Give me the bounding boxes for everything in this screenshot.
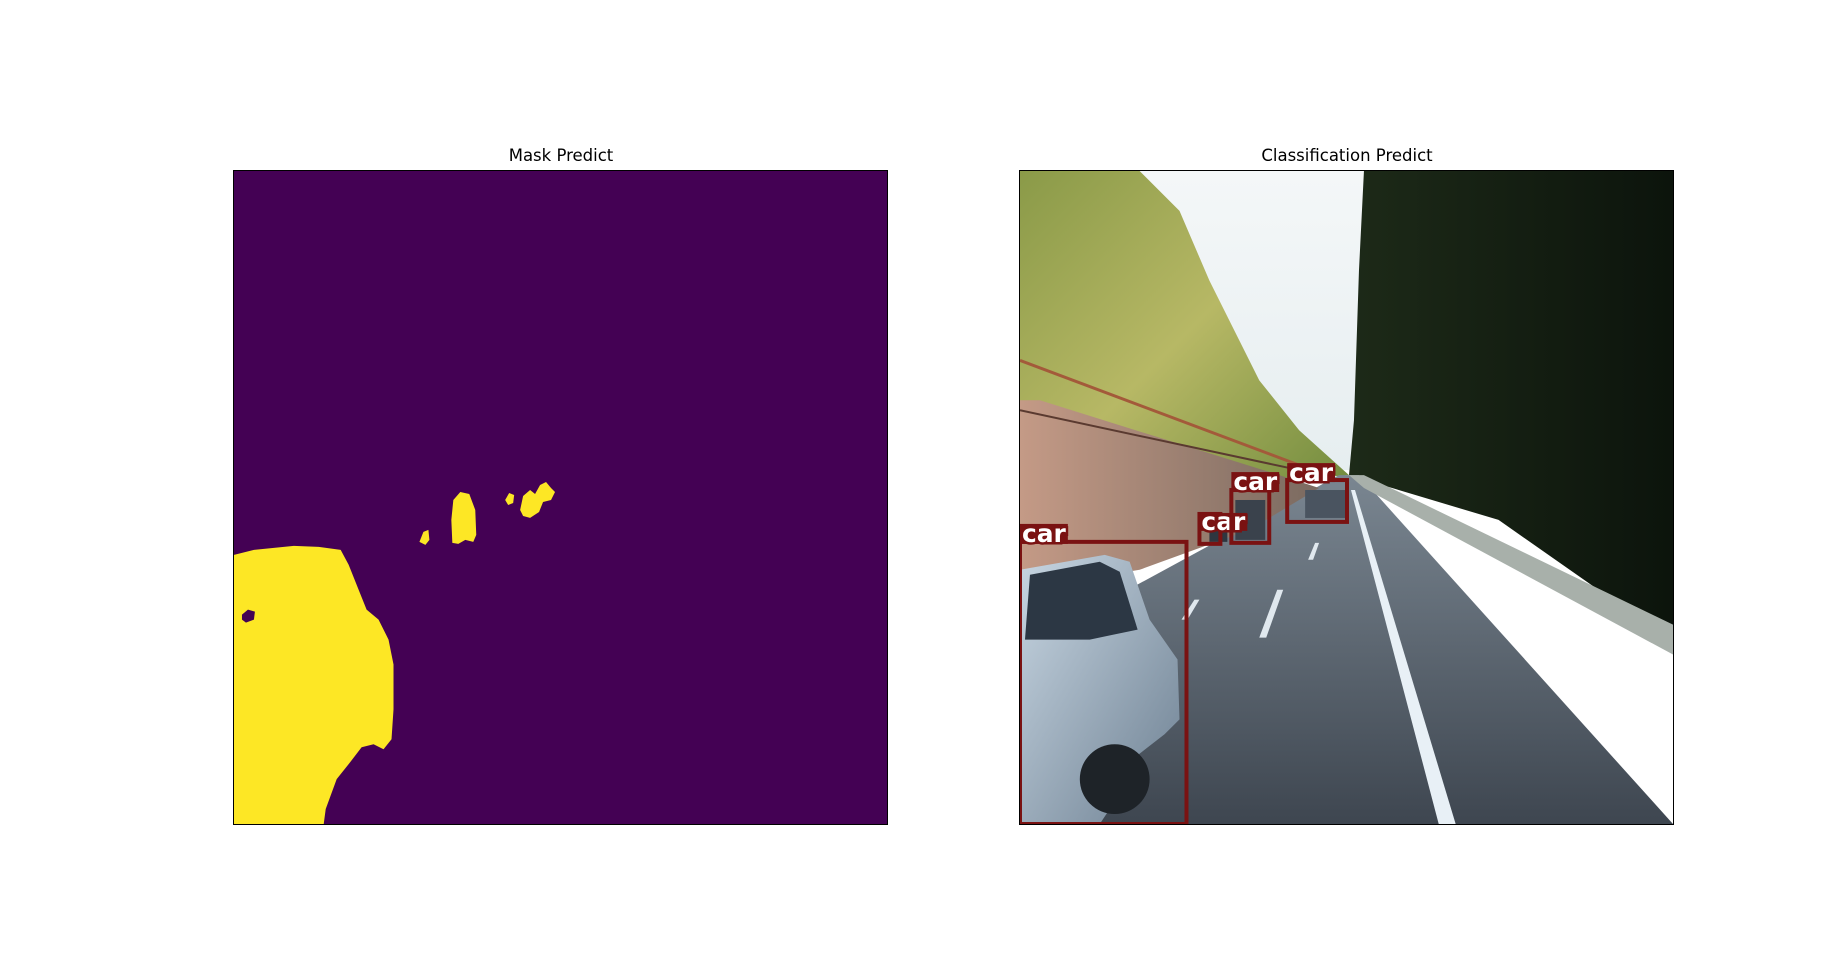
- mask-predict-axes: [233, 170, 888, 825]
- mask-predict-title: Mask Predict: [508, 146, 614, 165]
- detection-label: car: [1289, 458, 1334, 487]
- classification-predict-axes: car car car car: [1019, 170, 1674, 825]
- detection-label: car: [1201, 507, 1246, 536]
- mask-image: [234, 171, 887, 824]
- distant-car-3: [1305, 490, 1346, 518]
- near-car-wheel: [1079, 744, 1150, 815]
- classification-predict-title: Classification Predict: [1261, 146, 1433, 165]
- detection-label: car: [1233, 467, 1278, 496]
- detection-label: car: [1022, 519, 1067, 548]
- road-scene-image: car car car car: [1020, 171, 1673, 824]
